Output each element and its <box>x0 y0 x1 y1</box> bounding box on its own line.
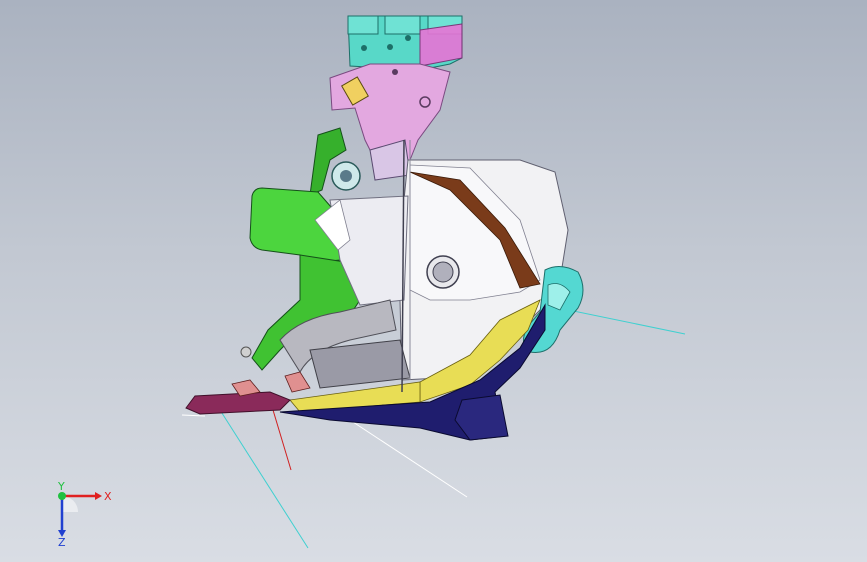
reference-line-red <box>272 409 292 471</box>
top-bracket-part[interactable] <box>347 15 463 71</box>
y-axis-dot <box>58 492 66 500</box>
x-axis-label: X <box>104 490 112 503</box>
coordinate-triad: X Y Z <box>57 480 112 548</box>
y-axis-label: Y <box>57 480 65 493</box>
reference-line-cyan-lower <box>219 409 309 549</box>
3d-assembly-model[interactable] <box>0 0 867 562</box>
z-axis-label: Z <box>58 536 66 548</box>
bottom-tab-part[interactable] <box>185 371 311 415</box>
cad-viewport[interactable]: X Y Z <box>0 0 867 562</box>
reference-line-white-left <box>181 414 206 417</box>
x-axis-arrowhead <box>95 492 102 500</box>
